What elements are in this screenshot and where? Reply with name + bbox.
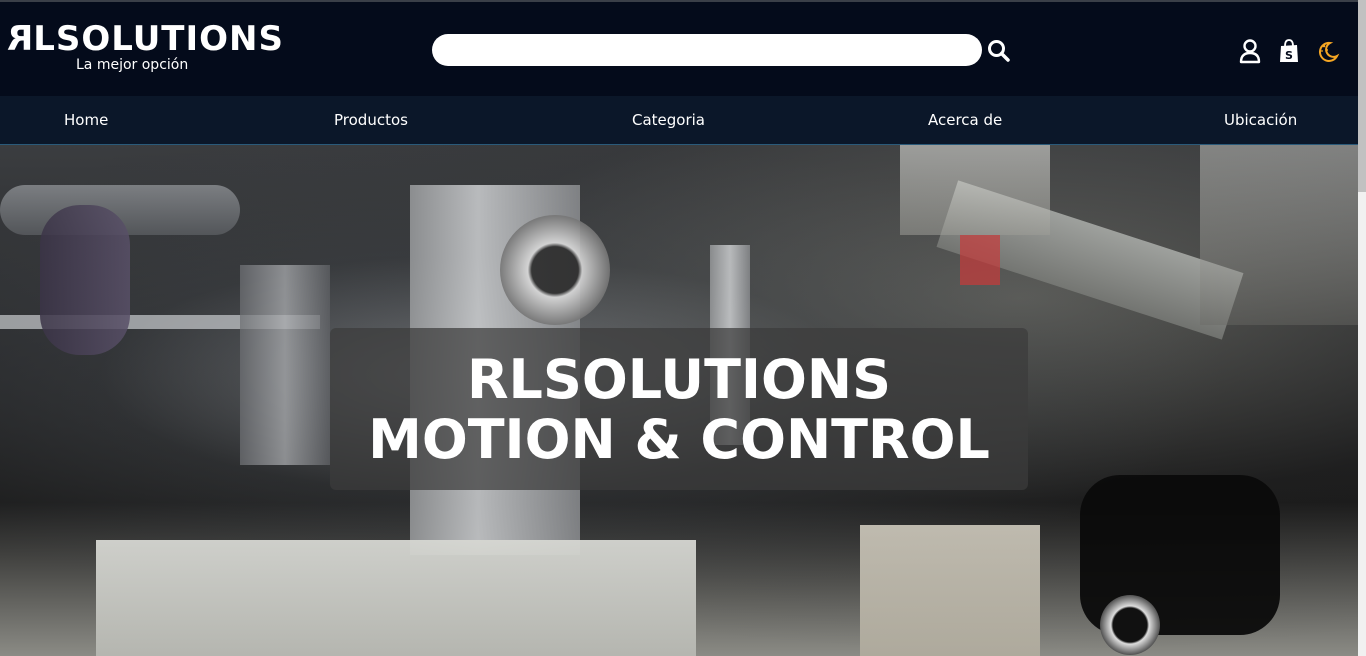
- page: RLSOLUTIONS La mejor opción S Home Produ…: [0, 0, 1366, 656]
- hero-banner: RLSOLUTIONS MOTION & CONTROL: [0, 145, 1358, 656]
- svg-text:S: S: [1285, 49, 1293, 62]
- page-scrollbar[interactable]: [1358, 0, 1366, 656]
- main-nav: Home Productos Categoria Acerca de Ubica…: [0, 96, 1358, 145]
- nav-item-ubicacion[interactable]: Ubicación: [1224, 96, 1297, 144]
- scrollbar-thumb[interactable]: [1358, 0, 1366, 192]
- shopping-bag-icon: S: [1280, 39, 1298, 62]
- shop-button[interactable]: S: [1277, 38, 1301, 64]
- nav-item-acerca-de[interactable]: Acerca de: [928, 96, 1002, 144]
- user-icon: [1239, 39, 1261, 64]
- moon-stars-icon: [1318, 41, 1340, 62]
- search-icon: [988, 40, 1010, 62]
- nav-item-productos[interactable]: Productos: [334, 96, 408, 144]
- search-button[interactable]: [986, 38, 1012, 64]
- logo[interactable]: RLSOLUTIONS: [6, 19, 284, 59]
- top-header: RLSOLUTIONS La mejor opción S: [0, 0, 1358, 96]
- tagline: La mejor opción: [76, 57, 189, 73]
- search-input[interactable]: [432, 34, 982, 66]
- logo-mirrored-r: R: [6, 19, 34, 59]
- account-button[interactable]: [1238, 38, 1262, 64]
- nav-item-categoria[interactable]: Categoria: [632, 96, 705, 144]
- hero-title-line1: RLSOLUTIONS: [466, 348, 892, 411]
- logo-text: LSOLUTIONS: [33, 19, 284, 59]
- hero-title-box: RLSOLUTIONS MOTION & CONTROL: [330, 328, 1028, 490]
- theme-toggle-button[interactable]: [1316, 38, 1340, 64]
- nav-item-home[interactable]: Home: [64, 96, 108, 144]
- hero-title-line2: MOTION & CONTROL: [368, 408, 990, 471]
